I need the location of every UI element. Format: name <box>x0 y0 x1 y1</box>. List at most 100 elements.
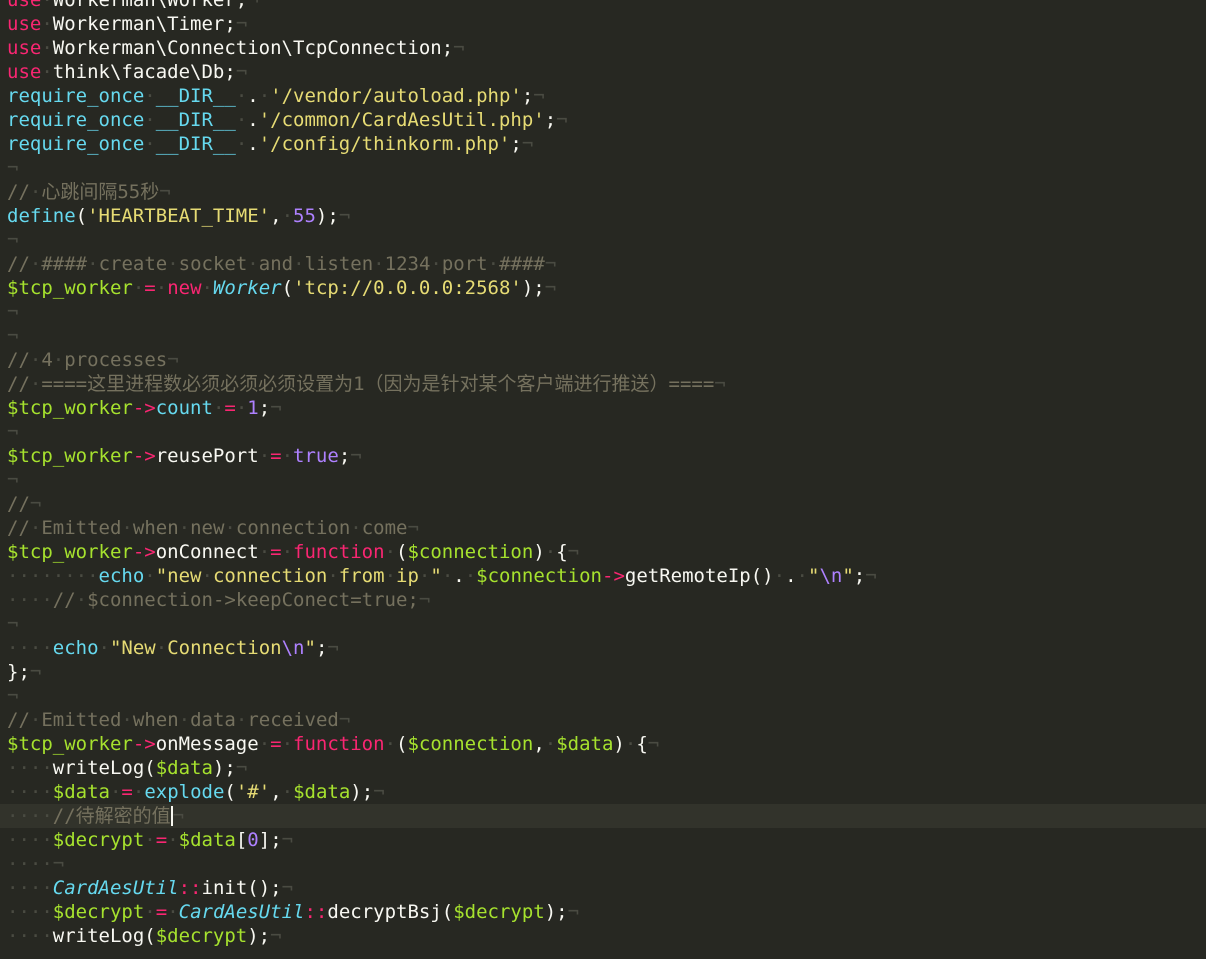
eol-marker: ¬ <box>544 277 557 299</box>
code-token: $connection->keepConect=true; <box>87 589 419 611</box>
code-editor[interactable]: use·Workerman\Worker;¬ use·Workerman\Time… <box>0 0 1206 959</box>
whitespace-marker: ···· <box>7 781 53 803</box>
code-token: 1234 <box>384 253 431 275</box>
code-token: '/vendor/autoload.php' <box>270 85 522 107</box>
code-token: function <box>293 541 385 563</box>
code-token: ) <box>533 541 545 563</box>
code-token: ; <box>544 109 557 131</box>
code-line[interactable]: use·Workerman\Timer;¬ <box>0 12 1206 36</box>
code-token: port <box>441 253 488 275</box>
code-line[interactable]: ····//·$connection->keepConect=true;¬ <box>0 588 1206 612</box>
code-token: #### <box>499 253 545 275</box>
code-line[interactable]: //·Emitted·when·data·received¬ <box>0 708 1206 732</box>
whitespace-marker: · <box>293 253 305 275</box>
code-line[interactable]: //·4·processes¬ <box>0 348 1206 372</box>
whitespace-marker: · <box>373 253 385 275</box>
whitespace-marker: · <box>773 565 786 587</box>
code-line[interactable]: define('HEARTBEAT_TIME',·55);¬ <box>0 204 1206 228</box>
code-line[interactable]: ····$data·=·explode('#',·$data);¬ <box>0 780 1206 804</box>
code-line[interactable]: $tcp_worker->count·=·1;¬ <box>0 396 1206 420</box>
whitespace-marker: · <box>29 373 42 395</box>
code-line[interactable]: use·Workerman\Worker;¬ <box>0 0 1206 12</box>
code-line[interactable]: ····writeLog($decrypt);¬ <box>0 924 1206 948</box>
code-line[interactable]: require_once·__DIR__·.'/common/CardAesUt… <box>0 108 1206 132</box>
eol-marker: ¬ <box>52 853 65 875</box>
eol-marker: ¬ <box>7 157 19 179</box>
code-line[interactable]: ····¬ <box>0 852 1206 876</box>
whitespace-marker: · <box>41 0 53 11</box>
code-token: $decrypt <box>155 925 248 947</box>
code-token: , <box>270 781 282 803</box>
whitespace-marker: · <box>212 397 225 419</box>
whitespace-marker: · <box>52 349 65 371</box>
code-token: " <box>842 565 854 587</box>
code-line[interactable]: ····$decrypt·=·$data[0];¬ <box>0 828 1206 852</box>
code-line[interactable]: ····echo·"New·Connection\n";¬ <box>0 636 1206 660</box>
eol-marker: ¬ <box>235 13 248 35</box>
code-token: require_once <box>7 85 145 107</box>
code-line[interactable]: $tcp_worker->reusePort·=·true;¬ <box>0 444 1206 468</box>
code-token: true <box>293 445 339 467</box>
whitespace-marker: · <box>624 733 637 755</box>
code-token: ); <box>212 757 236 779</box>
whitespace-marker: · <box>29 349 42 371</box>
code-line[interactable]: require_once·__DIR__·.'/config/thinkorm.… <box>0 132 1206 156</box>
code-line[interactable]: use·think\facade\Db;¬ <box>0 60 1206 84</box>
whitespace-marker: · <box>281 781 294 803</box>
code-token: use <box>7 37 42 59</box>
code-line[interactable]: ¬ <box>0 324 1206 348</box>
code-line[interactable]: //·####·create·socket·and·listen·1234·po… <box>0 252 1206 276</box>
code-token: create <box>98 253 168 275</box>
code-line[interactable]: ¬ <box>0 468 1206 492</box>
whitespace-marker: · <box>144 901 156 923</box>
code-token: " <box>430 565 442 587</box>
code-token: $connection <box>476 565 603 587</box>
code-line[interactable]: ····CardAesUtil::init();¬ <box>0 876 1206 900</box>
whitespace-marker: · <box>258 85 271 107</box>
code-token: come <box>361 517 408 539</box>
code-line[interactable]: ¬ <box>0 684 1206 708</box>
code-line[interactable]: //·心跳间隔55秒¬ <box>0 180 1206 204</box>
code-token: ); <box>521 277 545 299</box>
code-line[interactable]: ····$decrypt·=·CardAesUtil::decryptBsj($… <box>0 900 1206 924</box>
code-line[interactable]: //·Emitted·when·new·connection·come¬ <box>0 516 1206 540</box>
code-line[interactable]: require_once·__DIR__·.·'/vendor/autoload… <box>0 84 1206 108</box>
eol-marker: ¬ <box>7 613 19 635</box>
whitespace-marker: · <box>258 733 271 755</box>
code-token: -> <box>602 565 625 587</box>
code-line[interactable]: use·Workerman\Connection\TcpConnection;¬ <box>0 36 1206 60</box>
code-line[interactable]: //¬ <box>0 492 1206 516</box>
code-line[interactable]: //·====这里进程数必须必须必须设置为1（因为是针对某个客户端进行推送）==… <box>0 372 1206 396</box>
code-line[interactable]: ····writeLog($data);¬ <box>0 756 1206 780</box>
code-line[interactable]: ¬ <box>0 420 1206 444</box>
code-token: $connection <box>407 733 534 755</box>
eol-marker: ¬ <box>865 565 877 587</box>
code-token: Workerman\Connection\TcpConnection; <box>52 37 454 59</box>
eol-marker: ¬ <box>373 781 385 803</box>
code-line[interactable]: $tcp_worker->onConnect·=·function·($conn… <box>0 540 1206 564</box>
code-token: 0 <box>247 829 259 851</box>
code-token: $data <box>178 829 236 851</box>
whitespace-marker: · <box>144 829 156 851</box>
whitespace-marker: · <box>178 709 191 731</box>
code-token: $data <box>155 757 213 779</box>
eol-marker: ¬ <box>647 733 660 755</box>
code-line[interactable]: ····//待解密的值 ¬ <box>0 804 1206 828</box>
code-token: $data <box>52 781 110 803</box>
code-line[interactable]: ¬ <box>0 612 1206 636</box>
code-token: decryptBsj( <box>327 901 454 923</box>
whitespace-marker: ···· <box>7 853 53 875</box>
code-line[interactable]: $tcp_worker->onMessage·=·function·($conn… <box>0 732 1206 756</box>
code-line[interactable]: $tcp_worker·=·new·Worker('tcp://0.0.0.0:… <box>0 276 1206 300</box>
code-line[interactable]: ¬ <box>0 228 1206 252</box>
code-token: data <box>190 709 236 731</box>
code-line[interactable]: };¬ <box>0 660 1206 684</box>
eol-marker: ¬ <box>338 205 351 227</box>
whitespace-marker: · <box>327 565 339 587</box>
eol-marker: ¬ <box>167 349 179 371</box>
code-line[interactable]: ········echo·"new·connection·from·ip·"·.… <box>0 564 1206 588</box>
code-line[interactable]: ¬ <box>0 300 1206 324</box>
code-line[interactable]: ¬ <box>0 156 1206 180</box>
whitespace-marker: · <box>155 637 168 659</box>
whitespace-marker: · <box>258 445 271 467</box>
